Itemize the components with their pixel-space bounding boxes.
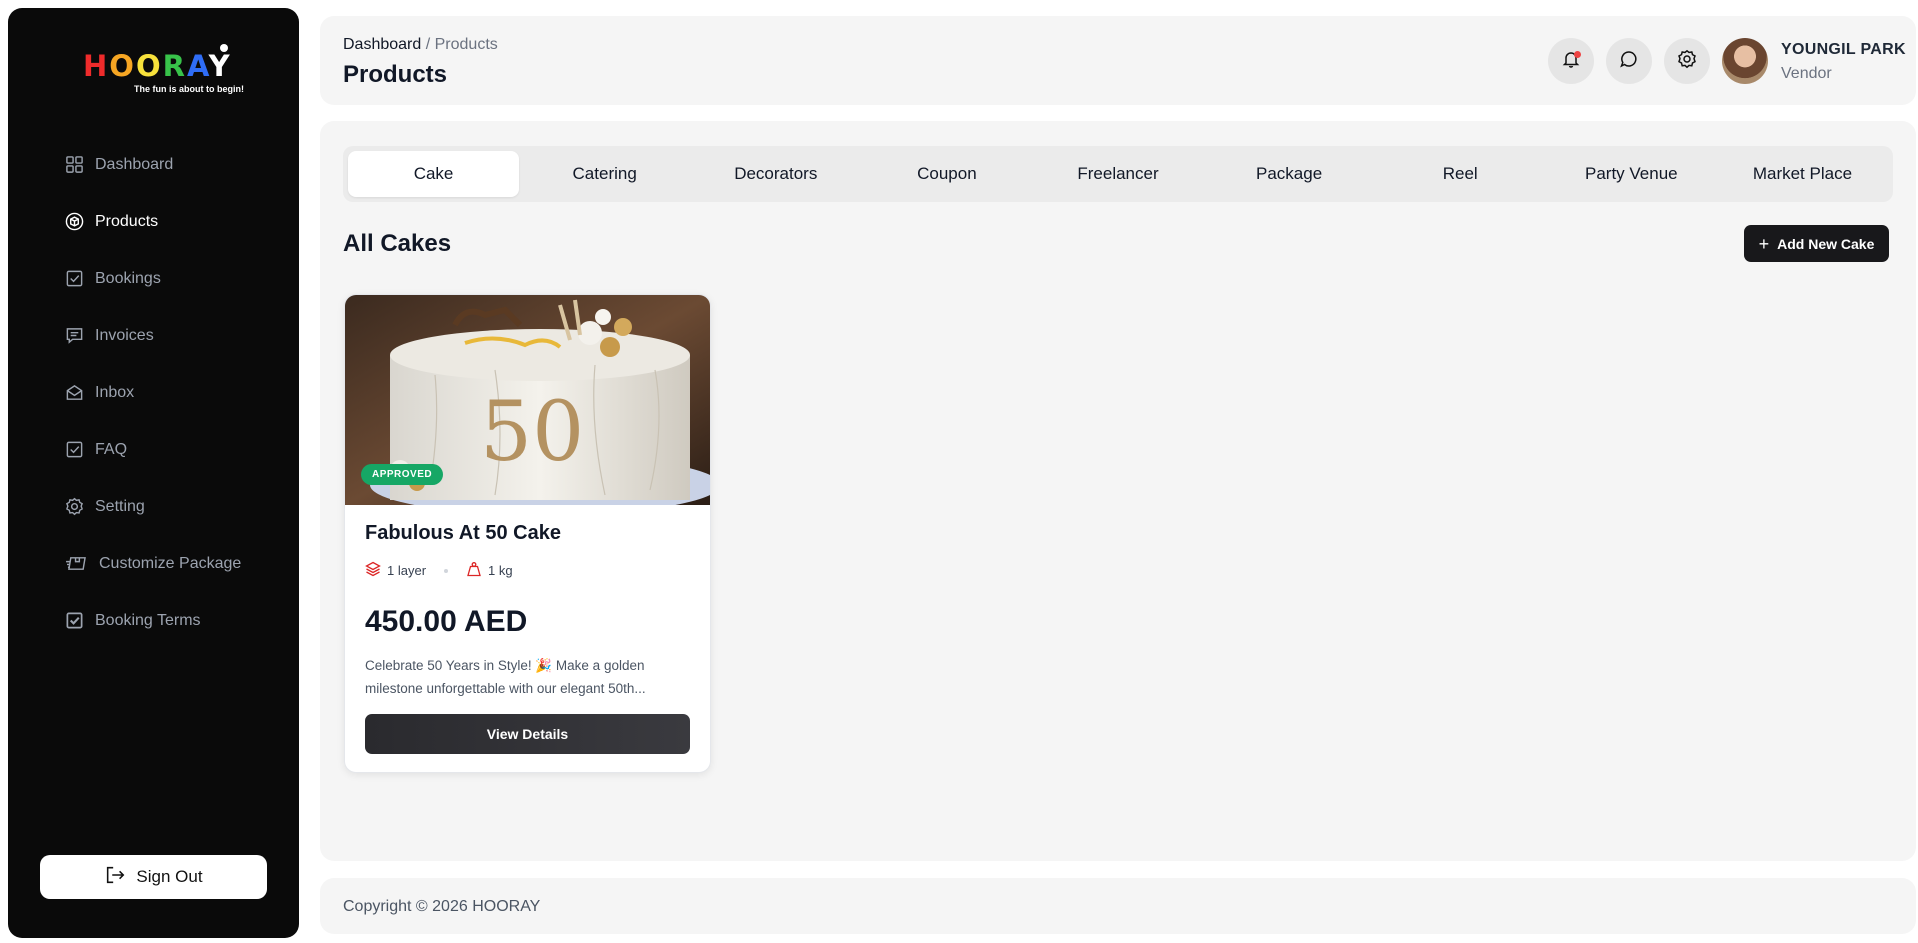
sidebar-item-bookings[interactable]: Bookings xyxy=(64,250,294,307)
weight-icon xyxy=(466,561,482,580)
breadcrumb-separator: / xyxy=(421,36,435,53)
sign-out-button[interactable]: Sign Out xyxy=(40,855,267,899)
sidebar-item-setting[interactable]: Setting xyxy=(64,478,294,535)
layers-info: 1 layer xyxy=(365,561,426,580)
sidebar-item-label: Inbox xyxy=(95,383,135,401)
notification-dot xyxy=(1574,51,1581,58)
sidebar-item-label: Setting xyxy=(95,497,145,515)
sidebar-item-label: Bookings xyxy=(95,269,161,287)
main-content: Cake Catering Decorators Coupon Freelanc… xyxy=(320,121,1916,861)
sidebar-item-label: FAQ xyxy=(95,440,128,458)
sidebar-item-label: Dashboard xyxy=(95,155,174,173)
sidebar: HOORAY The fun is about to begin! Dashbo… xyxy=(8,8,299,938)
chat-bubble-icon xyxy=(1619,49,1639,74)
product-meta: 1 layer 1 kg xyxy=(365,561,513,580)
tab-market-place[interactable]: Market Place xyxy=(1717,151,1888,197)
gear-icon xyxy=(1677,49,1697,74)
layers-label: 1 layer xyxy=(387,563,427,578)
meta-separator xyxy=(444,568,449,573)
grid-icon xyxy=(64,155,84,175)
sidebar-item-invoices[interactable]: Invoices xyxy=(64,307,294,364)
gear-icon xyxy=(64,497,84,517)
sidebar-item-label: Products xyxy=(95,212,159,230)
product-description: Celebrate 50 Years in Style! 🎉 Make a go… xyxy=(365,658,646,696)
logo-dot xyxy=(220,44,228,52)
envelope-icon xyxy=(64,383,84,403)
tab-party-venue[interactable]: Party Venue xyxy=(1546,151,1717,197)
hooray-logo[interactable]: HOORAY The fun is about to begin! xyxy=(76,42,246,98)
section-title: All Cakes xyxy=(343,230,452,257)
sidebar-item-inbox[interactable]: Inbox xyxy=(64,364,294,421)
svg-text:50: 50 xyxy=(480,385,584,480)
tab-catering[interactable]: Catering xyxy=(519,151,690,197)
user-name: YOUNGIL PARK xyxy=(1781,41,1906,58)
tab-package[interactable]: Package xyxy=(1204,151,1375,197)
view-details-button[interactable]: View Details xyxy=(365,714,690,754)
sidebar-item-label: Booking Terms xyxy=(95,611,201,629)
status-badge: APPROVED xyxy=(361,464,444,485)
add-new-cake-label: Add New Cake xyxy=(1777,235,1875,252)
sidebar-item-faq[interactable]: FAQ xyxy=(64,421,294,478)
tab-cake[interactable]: Cake xyxy=(348,151,520,197)
logout-icon xyxy=(104,864,126,891)
breadcrumb-dashboard[interactable]: Dashboard xyxy=(343,36,421,53)
plus-icon: + xyxy=(1758,233,1770,254)
checkbox-filled-icon xyxy=(64,611,84,631)
weight-info: 1 kg xyxy=(466,561,513,580)
tab-decorators[interactable]: Decorators xyxy=(690,151,861,197)
product-price: 450.00 AED xyxy=(365,605,528,638)
product-card[interactable]: 50 APPROVED Fabulous At 50 Cake 1 layer xyxy=(344,294,711,773)
checkbox-icon xyxy=(64,440,84,460)
breadcrumb-current: Products xyxy=(434,36,498,53)
sidebar-item-products[interactable]: Products xyxy=(64,193,294,250)
copyright-text: Copyright © 2026 HOORAY xyxy=(343,898,541,915)
sidebar-item-customize-package[interactable]: Customize Package xyxy=(64,535,294,592)
weight-label: 1 kg xyxy=(488,563,513,578)
top-header: Dashboard / Products Products YOUNGIL PA… xyxy=(320,16,1916,105)
package-icon xyxy=(64,554,88,574)
tab-coupon[interactable]: Coupon xyxy=(861,151,1032,197)
box-icon xyxy=(64,212,84,232)
tab-reel[interactable]: Reel xyxy=(1375,151,1546,197)
settings-button[interactable] xyxy=(1664,38,1710,84)
add-new-cake-button[interactable]: + Add New Cake xyxy=(1744,225,1889,262)
user-avatar[interactable] xyxy=(1722,38,1768,84)
category-tabs: Cake Catering Decorators Coupon Freelanc… xyxy=(343,146,1893,202)
checkbox-icon xyxy=(64,269,84,289)
sidebar-item-booking-terms[interactable]: Booking Terms xyxy=(64,592,294,649)
sidebar-nav: Dashboard Products Bookings Invoices Inb… xyxy=(64,136,294,649)
sidebar-item-dashboard[interactable]: Dashboard xyxy=(64,136,294,193)
page-title: Products xyxy=(343,61,448,88)
notifications-button[interactable] xyxy=(1548,38,1594,84)
logo-tagline: The fun is about to begin! xyxy=(134,84,244,94)
product-name: Fabulous At 50 Cake xyxy=(365,522,561,544)
sidebar-item-label: Customize Package xyxy=(99,554,242,572)
user-role: Vendor xyxy=(1781,65,1832,82)
invoice-icon xyxy=(64,326,84,346)
logo-wordmark: HOORAY xyxy=(83,49,232,83)
messages-button[interactable] xyxy=(1606,38,1652,84)
sidebar-item-label: Invoices xyxy=(95,326,154,344)
breadcrumb: Dashboard / Products xyxy=(343,36,498,54)
layers-icon xyxy=(365,561,381,580)
tab-freelancer[interactable]: Freelancer xyxy=(1032,151,1203,197)
footer: Copyright © 2026 HOORAY xyxy=(320,878,1916,934)
sign-out-label: Sign Out xyxy=(136,867,203,886)
